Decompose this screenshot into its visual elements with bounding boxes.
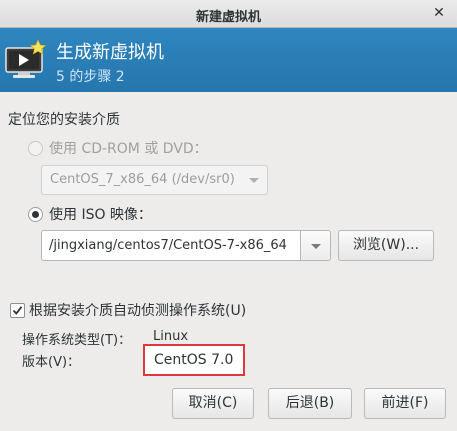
iso-radio[interactable] [28,206,43,222]
cancel-button[interactable]: 取消(C) [172,388,254,419]
close-icon[interactable]: ✕ [431,5,447,21]
media-section-label: 定位您的安装介质 [8,112,120,128]
iso-radio-label: 使用 ISO 映像： [49,207,152,223]
browse-button[interactable]: 浏览(W)... [338,230,434,261]
version-value: CentOS 7.0 [154,352,234,368]
title-bar: 新建虚拟机 ✕ [0,0,457,28]
auto-detect-checkbox[interactable] [10,302,25,318]
version-highlight: CentOS 7.0 [143,344,245,376]
chevron-down-icon [311,244,321,249]
window-title: 新建虚拟机 [195,10,261,25]
banner-heading: 生成新虚拟机 [56,42,164,63]
monitor-star-icon [4,39,47,82]
wizard-banner: 生成新虚拟机 5 的步骤 2 [0,28,457,92]
cdrom-device-select[interactable]: CentOS_7_x86_64 (/dev/sr0) [41,165,268,195]
cdrom-radio-row[interactable]: 使用 CD-ROM 或 DVD： [28,138,208,158]
cdrom-device-value: CentOS_7_x86_64 (/dev/sr0) [50,172,235,187]
banner-step: 5 的步骤 2 [56,69,125,85]
checkmark-icon [12,305,23,315]
auto-detect-label: 根据安装介质自动侦测操作系统(U) [29,303,247,319]
os-type-label: 操作系统类型(T)： [22,333,132,348]
iso-history-dropdown[interactable] [300,230,331,261]
back-button[interactable]: 后退(B) [268,388,352,419]
auto-detect-row[interactable]: 根据安装介质自动侦测操作系统(U) [10,300,246,320]
chevron-down-icon [249,178,259,183]
cdrom-radio-label: 使用 CD-ROM 或 DVD： [49,141,208,157]
cdrom-radio[interactable] [28,140,43,156]
version-label: 版本(V)： [22,355,81,370]
iso-path-input[interactable]: /jingxiang/centos7/CentOS-7-x86_64 [41,230,300,261]
iso-radio-row[interactable]: 使用 ISO 映像： [28,204,152,224]
forward-button[interactable]: 前进(F) [364,388,446,419]
os-type-value: Linux [153,329,189,344]
